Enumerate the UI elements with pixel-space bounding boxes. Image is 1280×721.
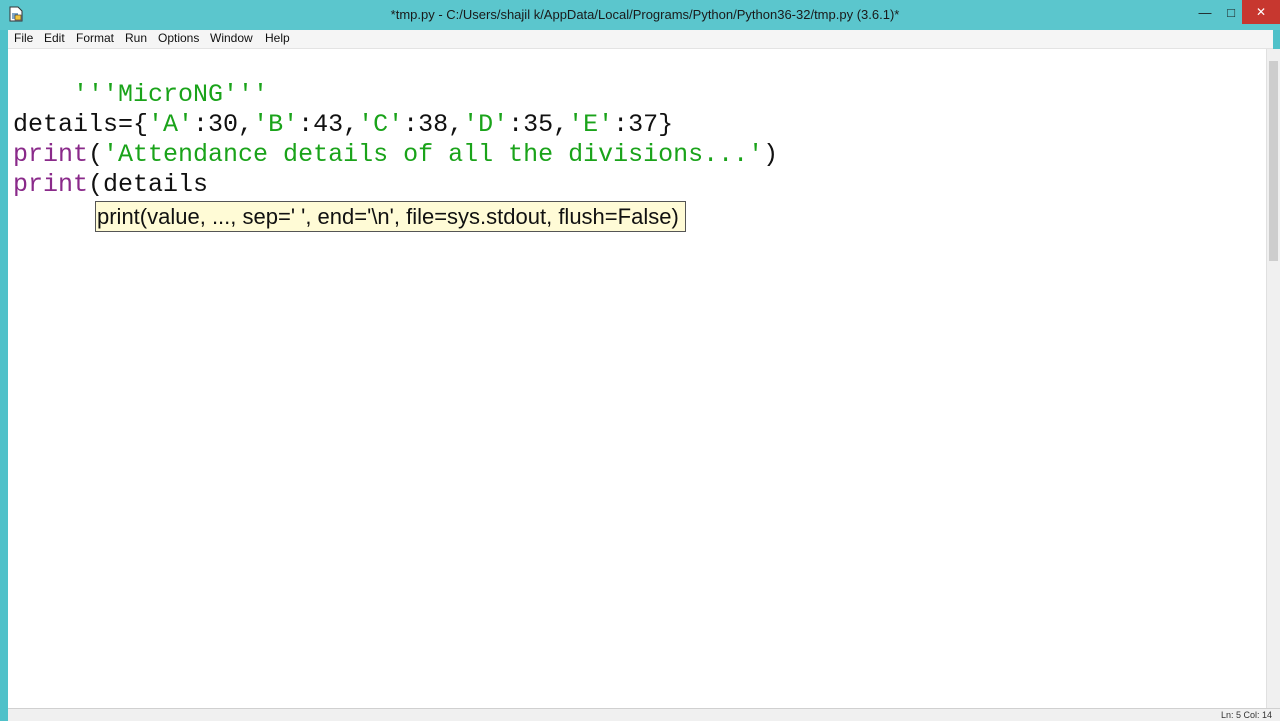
maximize-icon: □	[1227, 4, 1235, 20]
menu-run[interactable]: Run	[124, 31, 148, 45]
menu-options[interactable]: Options	[157, 31, 200, 45]
scrollbar-thumb[interactable]	[1269, 61, 1278, 261]
code-token: :35,	[508, 110, 569, 139]
close-button[interactable]: ✕	[1242, 0, 1280, 24]
code-line-4: print('Attendance details of all the div…	[13, 140, 778, 170]
string-token: 'A'	[148, 110, 194, 139]
code-editor[interactable]: '''MicroNG''' details={'A':30,'B':43,'C'…	[8, 49, 1266, 708]
minimize-icon: —	[1198, 4, 1212, 20]
code-token: (details	[88, 170, 209, 199]
code-token: :30,	[193, 110, 254, 139]
code-token: :38,	[403, 110, 464, 139]
menu-window[interactable]: Window	[209, 31, 254, 45]
string-token: 'D'	[463, 110, 509, 139]
code-token: :37}	[613, 110, 674, 139]
string-token: 'E'	[568, 110, 614, 139]
vertical-scrollbar[interactable]	[1266, 49, 1280, 708]
docstring: '''MicroNG'''	[73, 80, 269, 109]
calltip-tooltip: print(value, ..., sep=' ', end='\n', fil…	[95, 201, 686, 232]
code-line-1: '''MicroNG'''	[13, 50, 268, 109]
title-bar: *tmp.py - C:/Users/shajil k/AppData/Loca…	[0, 0, 1280, 30]
status-bar: Ln: 5 Col: 14	[8, 708, 1280, 721]
menu-bar: File Edit Format Run Options Window Help	[8, 30, 1273, 49]
code-token: :43,	[298, 110, 359, 139]
code-line-5: print(details	[13, 170, 208, 200]
code-token: (	[88, 140, 104, 169]
code-line-3: details={'A':30,'B':43,'C':38,'D':35,'E'…	[13, 110, 673, 140]
menu-format[interactable]: Format	[75, 31, 115, 45]
close-icon: ✕	[1255, 5, 1267, 19]
builtin-token: print	[13, 140, 89, 169]
window-title: *tmp.py - C:/Users/shajil k/AppData/Loca…	[390, 7, 900, 22]
string-token: 'B'	[253, 110, 299, 139]
builtin-token: print	[13, 170, 89, 199]
menu-file[interactable]: File	[13, 31, 34, 45]
cursor-position: Ln: 5 Col: 14	[1221, 710, 1273, 720]
code-token: details={	[13, 110, 149, 139]
string-token: 'C'	[358, 110, 404, 139]
string-token: 'Attendance details of all the divisions…	[103, 140, 764, 169]
menu-help[interactable]: Help	[264, 31, 291, 45]
code-token: )	[763, 140, 779, 169]
menu-edit[interactable]: Edit	[43, 31, 66, 45]
